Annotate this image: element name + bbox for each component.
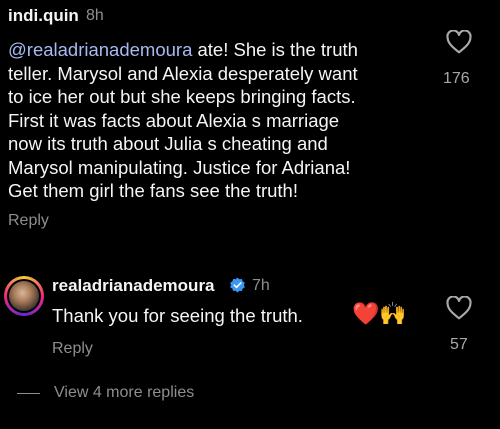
comment-line: Get them girl the fans see the truth! — [8, 180, 298, 201]
comment-reply-button[interactable]: Reply — [8, 212, 49, 230]
comment-timestamp: 8h — [86, 7, 104, 24]
comment-line: ate! She is the truth — [192, 39, 358, 60]
comment-line: to ice her out but she keeps bringing fa… — [8, 86, 356, 107]
comment-line: now its truth about Julia s cheating and — [8, 133, 328, 154]
verified-badge-icon — [230, 277, 245, 293]
comment-text: @realadrianademoura ate! She is the trut… — [8, 38, 418, 203]
comment-mention-link[interactable]: @realadrianademoura — [8, 39, 192, 60]
comment-like-count: 176 — [443, 70, 470, 87]
comment-line: First it was facts about Alexia s marria… — [8, 109, 340, 131]
reply-reply-button[interactable]: Reply — [52, 340, 93, 358]
view-more-replies-button[interactable]: View 4 more replies — [54, 384, 194, 402]
comment-line: Marysol manipulating. Justice for Adrian… — [8, 156, 351, 178]
heart-icon[interactable] — [446, 30, 472, 54]
divider — [17, 393, 40, 394]
comment-username[interactable]: indi.quin — [8, 6, 79, 26]
reply-timestamp: 7h — [252, 277, 270, 294]
reply-emojis: ❤️🙌 — [352, 301, 407, 326]
reply-text: Thank you for seeing the truth. — [52, 305, 303, 326]
comment-line: teller. Marysol and Alexia desperately w… — [8, 62, 358, 84]
reply-like-count: 57 — [450, 336, 468, 353]
reply-username[interactable]: realadrianademoura — [52, 276, 215, 296]
avatar[interactable] — [9, 281, 39, 311]
heart-icon[interactable] — [446, 296, 472, 320]
